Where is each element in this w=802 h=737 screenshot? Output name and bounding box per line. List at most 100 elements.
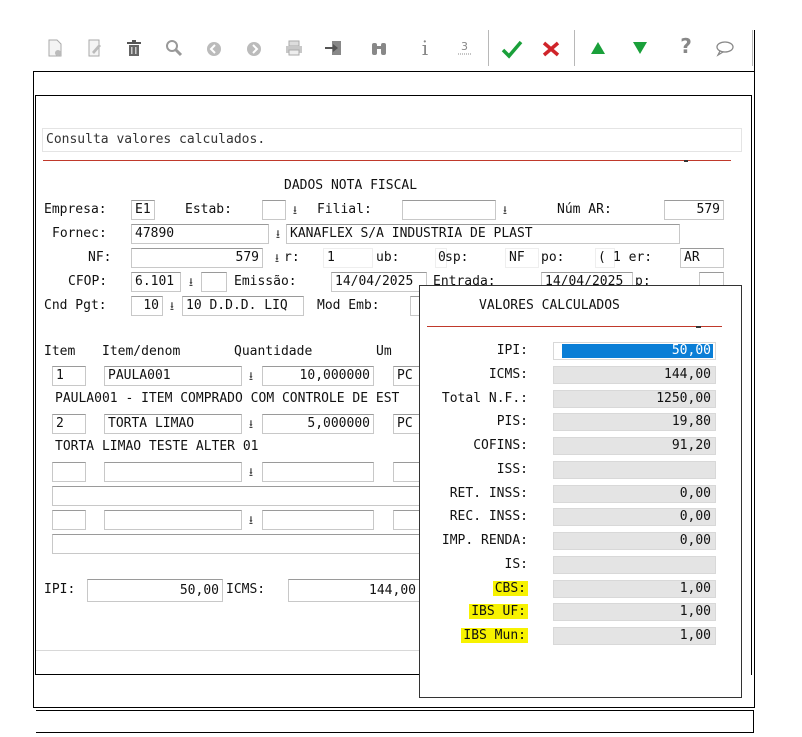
numbering-icon[interactable]: 3 xyxy=(454,37,476,59)
item-4-description xyxy=(52,534,420,554)
dialog-label-text-cbs: CBS: xyxy=(492,581,528,596)
item-2-description: TORTA LIMAO TESTE ALTER 01 xyxy=(52,438,420,458)
item-1-number[interactable]: 1 xyxy=(52,366,86,386)
cfop-aux-field[interactable] xyxy=(201,272,227,292)
item-4-lookup-icon[interactable]: ⭳ xyxy=(244,513,258,527)
dialog-value-iss[interactable] xyxy=(553,461,716,479)
info-icon[interactable]: i xyxy=(414,36,436,60)
emitter-field[interactable]: AR xyxy=(680,248,724,268)
item-1-lookup-icon[interactable]: ⭳ xyxy=(244,369,258,383)
dialog-value-cbs[interactable]: 1,00 xyxy=(553,580,716,598)
item-2-qty[interactable]: 5,000000 xyxy=(262,414,374,434)
help-icon[interactable]: ? xyxy=(675,34,697,58)
item-2-um[interactable]: PC xyxy=(393,414,420,434)
cnd-pgt-code-field[interactable]: 10 xyxy=(131,296,163,316)
fornec-label: Fornec: xyxy=(52,226,107,241)
next-icon[interactable] xyxy=(243,38,265,60)
emissao-field[interactable]: 14/04/2025 xyxy=(331,272,427,292)
item-3-code[interactable] xyxy=(104,462,242,482)
item-3-description xyxy=(52,486,420,506)
search-icon[interactable] xyxy=(163,37,185,59)
num-ar-field[interactable]: 579 xyxy=(664,200,724,220)
dialog-value-rec-inss[interactable]: 0,00 xyxy=(553,508,716,526)
dialog-label-text-is: IS: xyxy=(504,557,528,572)
estab-label: Estab: xyxy=(185,202,232,217)
filial-lookup-icon[interactable]: ⭳ xyxy=(498,203,512,217)
nf-field[interactable]: 579 xyxy=(131,248,263,268)
item-3-number[interactable] xyxy=(52,462,86,482)
dialog-value-is[interactable] xyxy=(553,556,716,574)
item-1-qty[interactable]: 10,000000 xyxy=(262,366,374,386)
fornec-code-field[interactable]: 47890 xyxy=(131,224,269,244)
col-header-item: Item xyxy=(44,344,76,359)
estab-field[interactable] xyxy=(262,200,286,220)
trash-icon[interactable] xyxy=(123,37,145,59)
item-3-um[interactable] xyxy=(393,462,420,482)
move-up-icon[interactable] xyxy=(587,37,609,59)
dialog-label-ibs-uf: IBS UF: xyxy=(420,602,528,622)
esp-field[interactable]: NF xyxy=(505,248,539,268)
section-divider xyxy=(43,160,731,161)
cancel-icon[interactable] xyxy=(540,38,562,60)
print-icon[interactable] xyxy=(283,37,305,59)
window-border-left xyxy=(33,71,34,708)
item-4-um[interactable] xyxy=(393,510,420,530)
esp-label: sp: xyxy=(445,250,469,265)
dialog-label-text-total-n-f: Total N.F.: xyxy=(441,391,528,406)
binoculars-icon[interactable] xyxy=(368,37,390,59)
dialog-label-ret-inss: RET. INSS: xyxy=(420,484,528,504)
num-ar-label: Núm AR: xyxy=(557,202,612,217)
edit-icon[interactable] xyxy=(84,37,106,59)
prev-icon[interactable] xyxy=(203,38,225,60)
dialog-divider-mark xyxy=(696,326,701,328)
nf-label: NF: xyxy=(88,250,112,265)
empresa-field[interactable]: E1 xyxy=(131,200,155,220)
dialog-value-ipi[interactable]: 50,00 xyxy=(553,342,716,360)
total-icms-label: ICMS: xyxy=(226,582,266,597)
filial-label: Filial: xyxy=(317,202,372,217)
tipo-label: po: xyxy=(541,250,565,265)
cnd-pgt-lookup-icon[interactable]: ⭳ xyxy=(165,299,179,313)
sub-label: ub: xyxy=(376,250,400,265)
item-2-lookup-icon[interactable]: ⭳ xyxy=(244,417,258,431)
item-2-code[interactable]: TORTA LIMAO xyxy=(104,414,242,434)
move-down-icon[interactable] xyxy=(629,37,651,59)
dialog-value-total-n-f[interactable]: 1250,00 xyxy=(553,390,716,408)
dialog-value-cofins[interactable]: 91,20 xyxy=(553,437,716,455)
nf-lookup-icon[interactable]: ⭳ xyxy=(270,251,284,265)
fornec-name-field: KANAFLEX S/A INDUSTRIA DE PLAST xyxy=(286,224,680,244)
serie-field[interactable]: 1 xyxy=(323,248,373,268)
dialog-value-ibs-mun[interactable]: 1,00 xyxy=(553,627,716,645)
cfop-lookup-icon[interactable]: ⭳ xyxy=(184,275,198,289)
dialog-value-ret-inss[interactable]: 0,00 xyxy=(553,485,716,503)
tipo-field[interactable]: ( xyxy=(595,248,615,268)
dialog-label-text-icms: ICMS: xyxy=(488,367,528,382)
item-3-qty[interactable] xyxy=(262,462,374,482)
dialog-label-text-ret-inss: RET. INSS: xyxy=(449,486,528,501)
item-4-number[interactable] xyxy=(52,510,86,530)
item-3-lookup-icon[interactable]: ⭳ xyxy=(244,465,258,479)
cfop-field[interactable]: 6.101 xyxy=(131,272,181,292)
dialog-value-imp-renda[interactable]: 0,00 xyxy=(553,532,716,550)
dialog-value-ibs-uf[interactable]: 1,00 xyxy=(553,603,716,621)
confirm-icon[interactable] xyxy=(501,38,523,60)
estab-lookup-icon[interactable]: ⭳ xyxy=(288,203,302,217)
filial-field[interactable] xyxy=(402,200,496,220)
new-doc-icon[interactable] xyxy=(44,37,66,59)
dialog-divider xyxy=(427,326,722,327)
item-1-code[interactable]: PAULA001 xyxy=(104,366,242,386)
item-4-code[interactable] xyxy=(104,510,242,530)
dialog-value-text-ibs-mun: 1,00 xyxy=(679,628,711,643)
item-4-qty[interactable] xyxy=(262,510,374,530)
export-icon[interactable] xyxy=(323,37,345,59)
col-header-um: Um xyxy=(376,344,392,359)
dialog-value-icms[interactable]: 144,00 xyxy=(553,366,716,384)
item-2-number[interactable]: 2 xyxy=(52,414,86,434)
emissao-label: Emissão: xyxy=(234,274,297,289)
dialog-label-total-n-f: Total N.F.: xyxy=(420,389,528,409)
item-1-um[interactable]: PC xyxy=(393,366,420,386)
svg-text:3: 3 xyxy=(461,40,468,53)
fornec-lookup-icon[interactable]: ⭳ xyxy=(271,227,285,241)
dialog-value-pis[interactable]: 19,80 xyxy=(553,413,716,431)
comment-icon[interactable] xyxy=(714,37,736,59)
